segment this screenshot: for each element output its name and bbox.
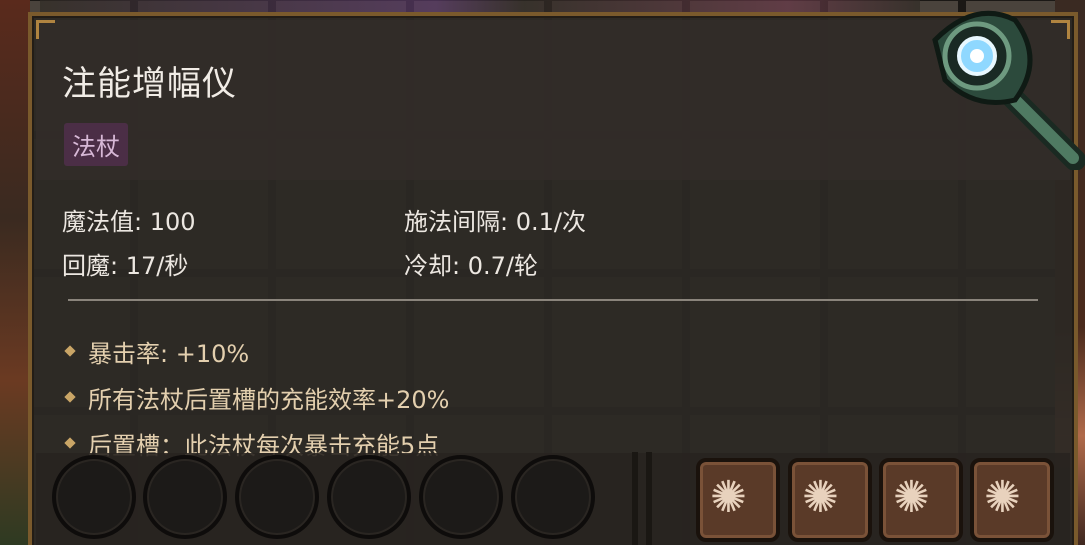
bullet-diamond-icon	[64, 391, 76, 403]
stat-mana: 魔法值: 100	[62, 208, 196, 236]
spell-burst-icon: ✺	[984, 472, 1021, 523]
empty-slot[interactable]	[327, 455, 411, 539]
spell-burst-icon: ✺	[802, 472, 839, 523]
empty-slot[interactable]	[419, 455, 503, 539]
effect-text: 所有法杖后置槽的充能效率+20%	[88, 386, 450, 414]
divider	[68, 299, 1038, 301]
empty-slot[interactable]	[52, 455, 136, 539]
frame-corner-decoration	[36, 20, 55, 39]
spell-burst-icon: ✺	[893, 472, 930, 523]
spell-burst-icon: ✺	[710, 472, 747, 523]
rune-slot[interactable]: ✺	[788, 458, 872, 542]
item-type-badge: 法杖	[64, 123, 128, 166]
rune-slot[interactable]: ✺	[970, 458, 1054, 542]
empty-slot[interactable]	[511, 455, 595, 539]
empty-slot[interactable]	[235, 455, 319, 539]
stat-cooldown: 冷却: 0.7/轮	[404, 252, 538, 280]
game-screen: 注能增幅仪 法杖 魔法值: 100 回魔: 17/秒 施法间隔: 0.1/次 冷…	[0, 0, 1085, 545]
slot-separator	[632, 452, 638, 545]
slot-separator	[646, 452, 652, 545]
staff-icon	[932, 10, 1085, 170]
rune-slot[interactable]: ✺	[879, 458, 963, 542]
bullet-diamond-icon	[64, 437, 76, 449]
empty-slot[interactable]	[143, 455, 227, 539]
effect-text: 暴击率: +10%	[88, 340, 250, 368]
item-name: 注能增幅仪	[62, 64, 237, 104]
stat-mana-regen: 回魔: 17/秒	[62, 252, 189, 280]
left-edge-panel	[0, 0, 30, 545]
rune-slot[interactable]: ✺	[696, 458, 780, 542]
stat-cast-interval: 施法间隔: 0.1/次	[404, 208, 586, 236]
bullet-diamond-icon	[64, 345, 76, 357]
